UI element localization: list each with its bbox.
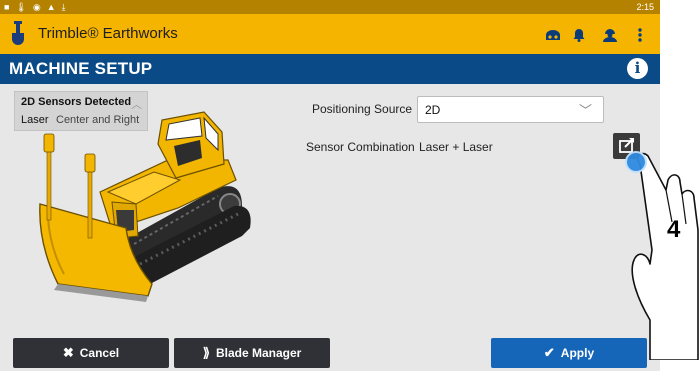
page-title: MACHINE SETUP	[9, 59, 153, 78]
positioning-source-label: Positioning Source	[312, 102, 413, 116]
machine-icon[interactable]	[544, 26, 562, 44]
more-vert-icon[interactable]	[631, 26, 649, 44]
temperature-icon: 🌡︎	[15, 2, 27, 12]
touch-point-indicator	[625, 151, 647, 173]
page-header: MACHINE SETUP i	[0, 54, 660, 84]
status-time: 2:15	[636, 2, 654, 12]
square-icon: ■	[4, 2, 10, 12]
positioning-source-select[interactable]: 2D ﹀	[417, 96, 604, 123]
app-bar: Trimble® Earthworks	[0, 14, 660, 54]
close-icon: ✖	[62, 345, 74, 360]
app-window: ■ 🌡︎ ◉ ▲ ⤓ 2:15 Trimble® Earthworks MACH…	[0, 0, 660, 371]
blade-manager-label: Blade Manager	[215, 346, 302, 360]
sensor-combination-value: Laser + Laser	[419, 140, 493, 154]
pointing-hand-illustration	[631, 152, 699, 360]
android-status-bar: ■ 🌡︎ ◉ ▲ ⤓ 2:15	[0, 0, 660, 14]
positioning-source-value: 2D	[425, 103, 441, 117]
cancel-button[interactable]: ✖ Cancel	[13, 338, 169, 368]
apply-label: Apply	[560, 346, 595, 360]
app-title: Trimble® Earthworks	[38, 25, 178, 42]
check-icon: ✔	[543, 345, 555, 360]
user-icon[interactable]	[601, 26, 619, 44]
cancel-label: Cancel	[79, 346, 120, 360]
shovel-logo-icon	[12, 21, 24, 45]
chevron-down-icon: ﹀	[578, 103, 592, 118]
blade-icon: ⟫	[202, 345, 210, 360]
bell-icon[interactable]	[570, 26, 588, 44]
dozer-illustration	[39, 111, 251, 302]
warning-icon: ▲	[46, 2, 56, 12]
android-icon: ◉	[32, 2, 41, 12]
sensor-combination-label: Sensor Combination	[306, 140, 415, 154]
blade-manager-button[interactable]: ⟫ Blade Manager	[174, 338, 330, 368]
info-icon[interactable]: i	[627, 58, 648, 79]
step-number: 4	[667, 216, 681, 243]
download-icon: ⤓	[61, 2, 66, 12]
